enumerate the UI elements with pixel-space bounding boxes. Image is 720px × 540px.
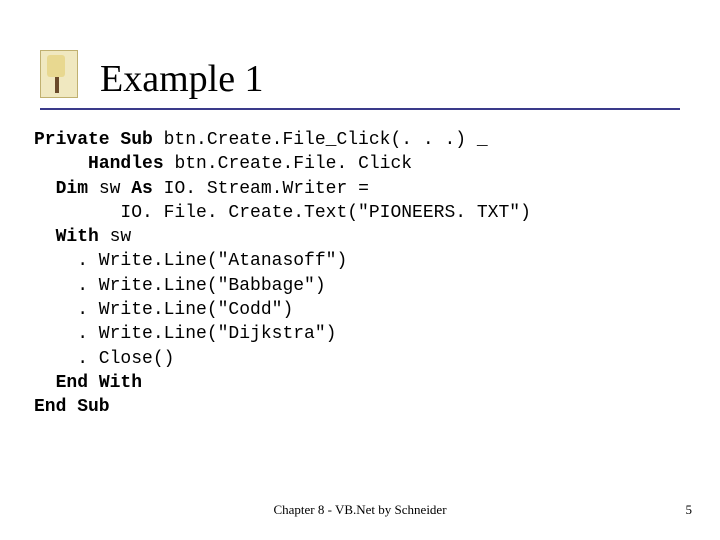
code-text: sw [88,179,131,199]
slide-header: Example 1 [40,50,680,110]
logo-icon [40,50,78,98]
code-text: IO. File. Create.Text("PIONEERS. TXT") [34,203,531,223]
code-text: . Write.Line("Dijkstra") [34,324,336,344]
slide: Example 1 Private Sub btn.Create.File_Cl… [0,0,720,540]
code-text: sw [99,227,131,247]
code-text: . Write.Line("Atanasoff") [34,251,347,271]
code-text: btn.Create.File. Click [164,154,412,174]
code-text: btn.Create.File_Click(. . .) _ [153,130,488,150]
page-number: 5 [686,502,693,518]
keyword-private-sub: Private Sub [34,130,153,150]
keyword-handles: Handles [88,154,164,174]
code-text: IO. Stream.Writer = [153,179,369,199]
keyword-with: With [56,227,99,247]
slide-title: Example 1 [100,60,264,98]
keyword-as: As [131,179,153,199]
keyword-end-with: End With [56,373,142,393]
keyword-end-sub: End Sub [34,397,110,417]
footer-text: Chapter 8 - VB.Net by Schneider [0,502,720,518]
code-text: . Close() [34,349,174,369]
code-block: Private Sub btn.Create.File_Click(. . .)… [34,128,680,420]
keyword-dim: Dim [56,179,88,199]
code-text: . Write.Line("Codd") [34,300,293,320]
code-text: . Write.Line("Babbage") [34,276,326,296]
